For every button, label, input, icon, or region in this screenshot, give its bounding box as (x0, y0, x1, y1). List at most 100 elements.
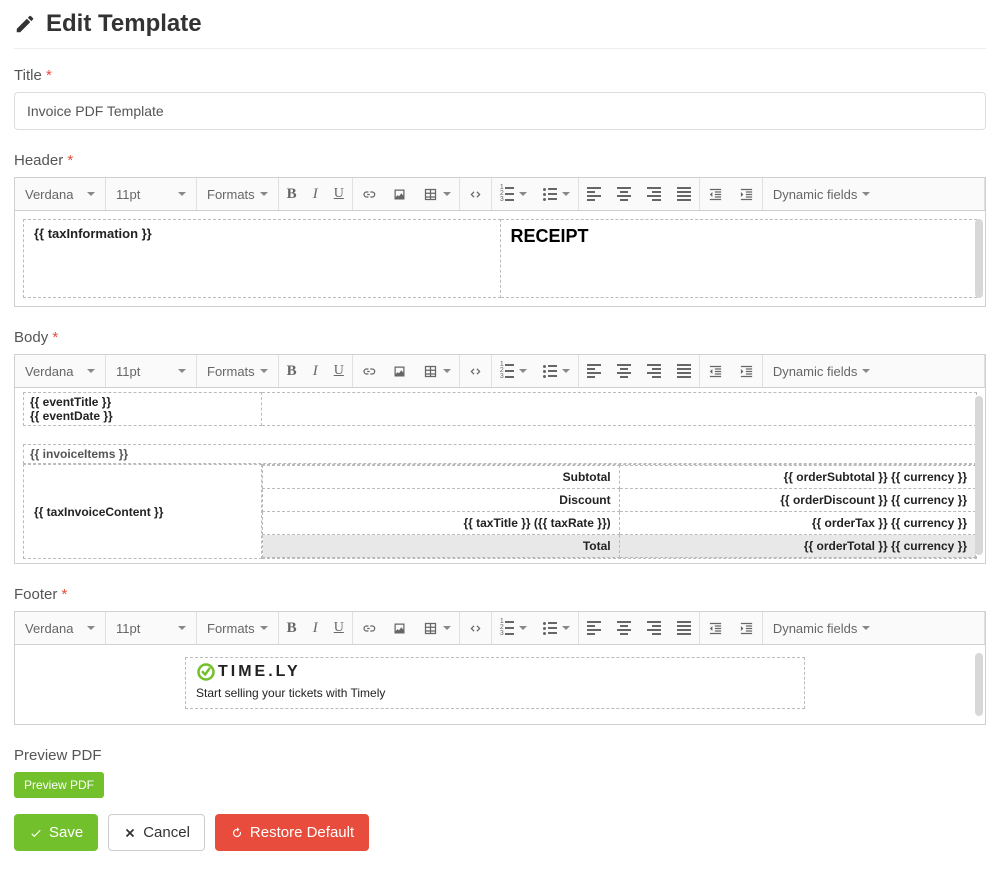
formats-select[interactable]: Formats (197, 612, 278, 644)
code-icon (468, 621, 483, 636)
image-button[interactable] (384, 355, 415, 387)
table-button[interactable] (415, 178, 459, 210)
title-input[interactable] (14, 92, 986, 130)
align-right-button[interactable] (639, 612, 669, 644)
restore-default-button[interactable]: Restore Default (215, 814, 369, 851)
tax-content-cell[interactable]: {{ taxInvoiceContent }} (24, 465, 262, 559)
image-button[interactable] (384, 178, 415, 210)
indent-button[interactable] (731, 355, 762, 387)
header-editor[interactable]: {{ taxInformation }} RECEIPT (14, 211, 986, 307)
font-select[interactable]: Verdana (15, 355, 105, 387)
dynamic-fields-select[interactable]: Dynamic fields (763, 178, 881, 210)
image-button[interactable] (384, 612, 415, 644)
footer-editor[interactable]: TIME.LY Start selling your tickets with … (14, 645, 986, 725)
font-select[interactable]: Verdana (15, 612, 105, 644)
refresh-icon (230, 826, 244, 840)
table-icon (423, 621, 438, 636)
outdent-icon (708, 187, 723, 202)
invoice-items-cell[interactable]: {{ invoiceItems }} (23, 444, 977, 464)
indent-button[interactable] (731, 612, 762, 644)
align-justify-button[interactable] (669, 178, 699, 210)
code-icon (468, 187, 483, 202)
image-icon (392, 187, 407, 202)
cancel-button[interactable]: Cancel (108, 814, 205, 851)
link-icon (361, 621, 376, 636)
footer-toolbar: Verdana 11pt Formats B I U 123 (14, 611, 986, 645)
outdent-button[interactable] (700, 178, 731, 210)
title-label: Title * (14, 67, 986, 84)
image-icon (392, 364, 407, 379)
table-button[interactable] (415, 612, 459, 644)
link-button[interactable] (353, 612, 384, 644)
outdent-button[interactable] (700, 612, 731, 644)
table-icon (423, 187, 438, 202)
close-icon (123, 826, 137, 840)
dynamic-fields-select[interactable]: Dynamic fields (763, 355, 881, 387)
code-button[interactable] (460, 355, 491, 387)
code-button[interactable] (460, 178, 491, 210)
align-left-button[interactable] (579, 612, 609, 644)
size-select[interactable]: 11pt (106, 612, 196, 644)
page-title: Edit Template (14, 10, 986, 49)
align-right-button[interactable] (639, 355, 669, 387)
body-label: Body * (14, 329, 986, 346)
table-button[interactable] (415, 355, 459, 387)
align-center-button[interactable] (609, 355, 639, 387)
indent-icon (739, 364, 754, 379)
align-center-button[interactable] (609, 178, 639, 210)
align-left-button[interactable] (579, 178, 609, 210)
header-right-cell[interactable]: RECEIPT (500, 220, 977, 298)
underline-button[interactable]: U (326, 355, 352, 387)
link-icon (361, 364, 376, 379)
outdent-icon (708, 364, 723, 379)
preview-pdf-button[interactable]: Preview PDF (14, 772, 104, 798)
bold-button[interactable]: B (279, 355, 305, 387)
bold-button[interactable]: B (279, 612, 305, 644)
indent-icon (739, 187, 754, 202)
numlist-button[interactable]: 123 (492, 355, 535, 387)
table-icon (423, 364, 438, 379)
body-toolbar: Verdana 11pt Formats B I U 123 (14, 354, 986, 388)
numlist-button[interactable]: 123 (492, 612, 535, 644)
page-title-text: Edit Template (46, 10, 202, 38)
underline-button[interactable]: U (326, 178, 352, 210)
preview-label: Preview PDF (14, 747, 986, 764)
outdent-button[interactable] (700, 355, 731, 387)
align-left-button[interactable] (579, 355, 609, 387)
size-select[interactable]: 11pt (106, 178, 196, 210)
underline-button[interactable]: U (326, 612, 352, 644)
link-button[interactable] (353, 355, 384, 387)
align-right-button[interactable] (639, 178, 669, 210)
footer-label: Footer * (14, 586, 986, 603)
code-button[interactable] (460, 612, 491, 644)
indent-icon (739, 621, 754, 636)
bulletlist-button[interactable] (535, 612, 578, 644)
bulletlist-button[interactable] (535, 355, 578, 387)
numlist-button[interactable]: 123 (492, 178, 535, 210)
checkmark-clock-icon (196, 662, 216, 682)
italic-button[interactable]: I (305, 178, 326, 210)
italic-button[interactable]: I (305, 612, 326, 644)
size-select[interactable]: 11pt (106, 355, 196, 387)
image-icon (392, 621, 407, 636)
align-center-button[interactable] (609, 612, 639, 644)
code-icon (468, 364, 483, 379)
outdent-icon (708, 621, 723, 636)
save-button[interactable]: Save (14, 814, 98, 851)
link-icon (361, 187, 376, 202)
link-button[interactable] (353, 178, 384, 210)
header-toolbar: Verdana 11pt Formats B I U 123 (14, 177, 986, 211)
bulletlist-button[interactable] (535, 178, 578, 210)
formats-select[interactable]: Formats (197, 355, 278, 387)
indent-button[interactable] (731, 178, 762, 210)
timely-logo: TIME.LY (196, 662, 794, 682)
formats-select[interactable]: Formats (197, 178, 278, 210)
italic-button[interactable]: I (305, 355, 326, 387)
header-left-cell[interactable]: {{ taxInformation }} (24, 220, 501, 298)
font-select[interactable]: Verdana (15, 178, 105, 210)
bold-button[interactable]: B (279, 178, 305, 210)
dynamic-fields-select[interactable]: Dynamic fields (763, 612, 881, 644)
body-editor[interactable]: {{ eventTitle }} {{ eventDate }} {{ invo… (14, 388, 986, 564)
align-justify-button[interactable] (669, 612, 699, 644)
align-justify-button[interactable] (669, 355, 699, 387)
